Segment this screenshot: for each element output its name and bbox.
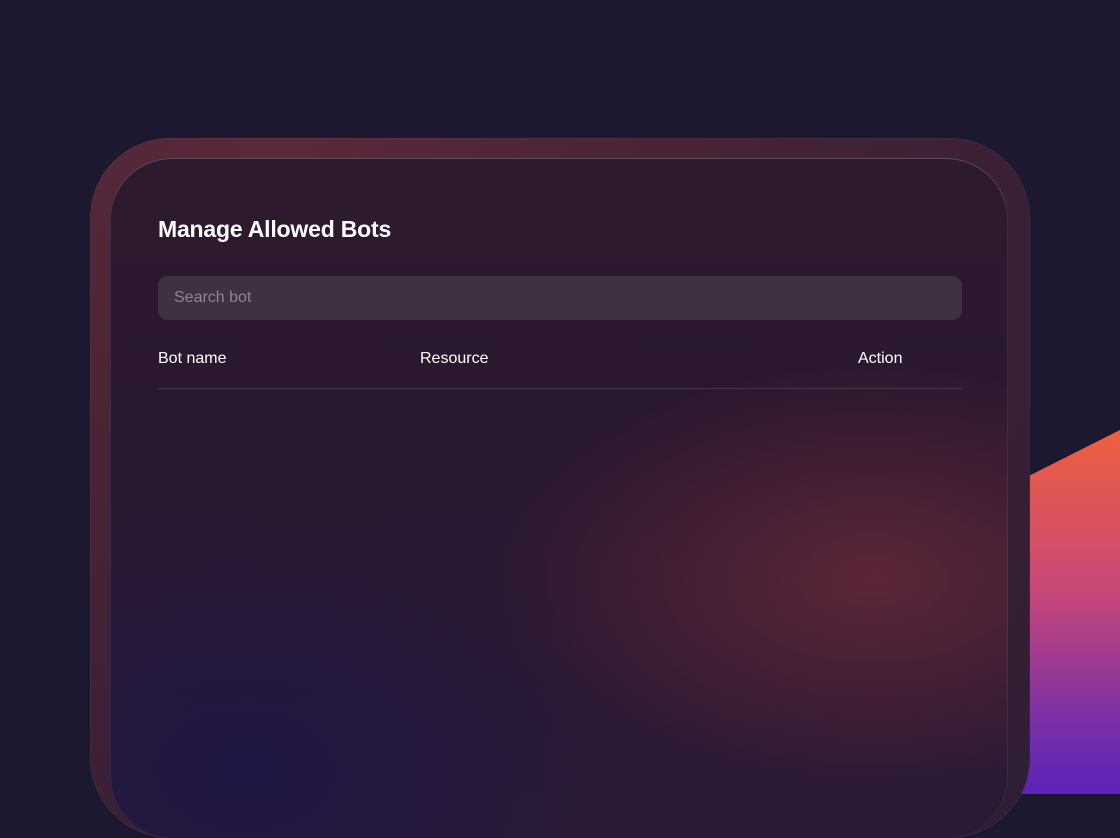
page-title: Manage Allowed Bots <box>158 216 392 242</box>
search-input[interactable] <box>158 276 962 320</box>
column-header-bot-name: Bot name <box>158 350 227 367</box>
manage-bots-panel: Manage Allowed Bots Bot name Resource Ac… <box>110 158 1008 838</box>
column-header-resource: Resource <box>420 350 489 367</box>
column-header-action: Action <box>858 350 903 367</box>
search-box <box>158 276 962 320</box>
table-header: Bot name Resource Action <box>158 346 962 389</box>
